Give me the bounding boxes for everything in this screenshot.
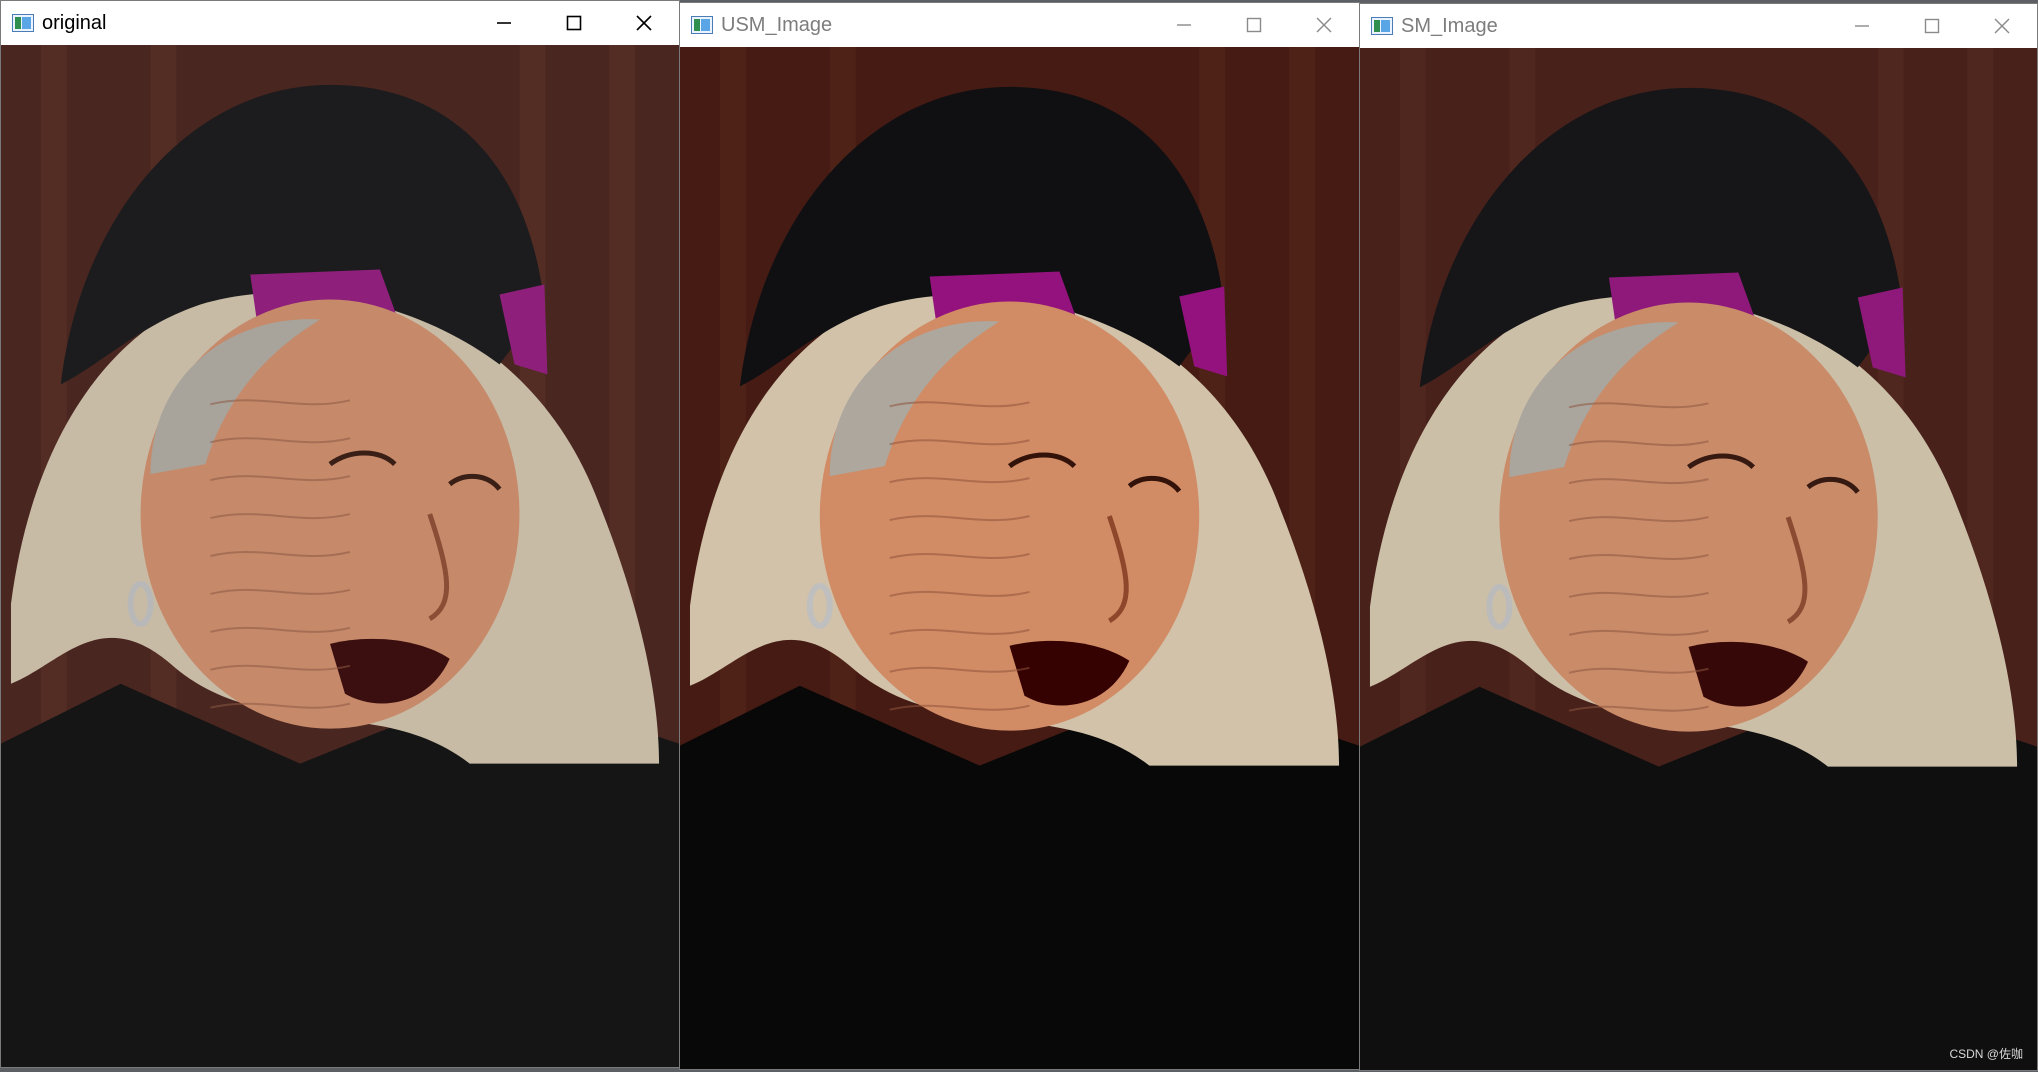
image-canvas <box>1 45 679 1067</box>
title-bar[interactable]: SM_Image <box>1360 4 2037 48</box>
window-title: SM_Image <box>1401 14 1498 37</box>
close-button[interactable] <box>1289 3 1359 47</box>
desktop: original USM_Image SM_Image CSDN @佐咖 <box>0 0 2038 1072</box>
minimize-icon <box>1177 24 1191 26</box>
app-image-icon <box>691 16 713 34</box>
minimize-button[interactable] <box>469 1 539 45</box>
portrait-image <box>1 45 679 1067</box>
portrait-image <box>1360 48 2037 1070</box>
window-sm-image[interactable]: SM_Image CSDN @佐咖 <box>1359 3 2038 1071</box>
close-icon <box>1316 17 1332 33</box>
image-canvas <box>680 47 1359 1069</box>
maximize-icon <box>566 15 582 31</box>
title-bar[interactable]: original <box>1 1 679 45</box>
portrait-image <box>680 47 1359 1069</box>
watermark: CSDN @佐咖 <box>1949 1047 2023 1061</box>
minimize-button[interactable] <box>1827 4 1897 48</box>
window-original[interactable]: original <box>0 0 680 1068</box>
image-canvas <box>1360 48 2037 1070</box>
minimize-button[interactable] <box>1149 3 1219 47</box>
app-image-icon <box>12 14 34 32</box>
window-title: original <box>42 11 107 34</box>
close-icon <box>636 15 652 31</box>
window-usm-image[interactable]: USM_Image <box>679 2 1360 1070</box>
maximize-button[interactable] <box>1897 4 1967 48</box>
maximize-button[interactable] <box>539 1 609 45</box>
maximize-icon <box>1246 17 1262 33</box>
app-image-icon <box>1371 17 1393 35</box>
minimize-icon <box>497 22 511 24</box>
close-button[interactable] <box>1967 4 2037 48</box>
maximize-icon <box>1924 18 1940 34</box>
maximize-button[interactable] <box>1219 3 1289 47</box>
close-button[interactable] <box>609 1 679 45</box>
minimize-icon <box>1855 25 1869 27</box>
close-icon <box>1994 18 2010 34</box>
title-bar[interactable]: USM_Image <box>680 3 1359 47</box>
window-title: USM_Image <box>721 13 833 36</box>
